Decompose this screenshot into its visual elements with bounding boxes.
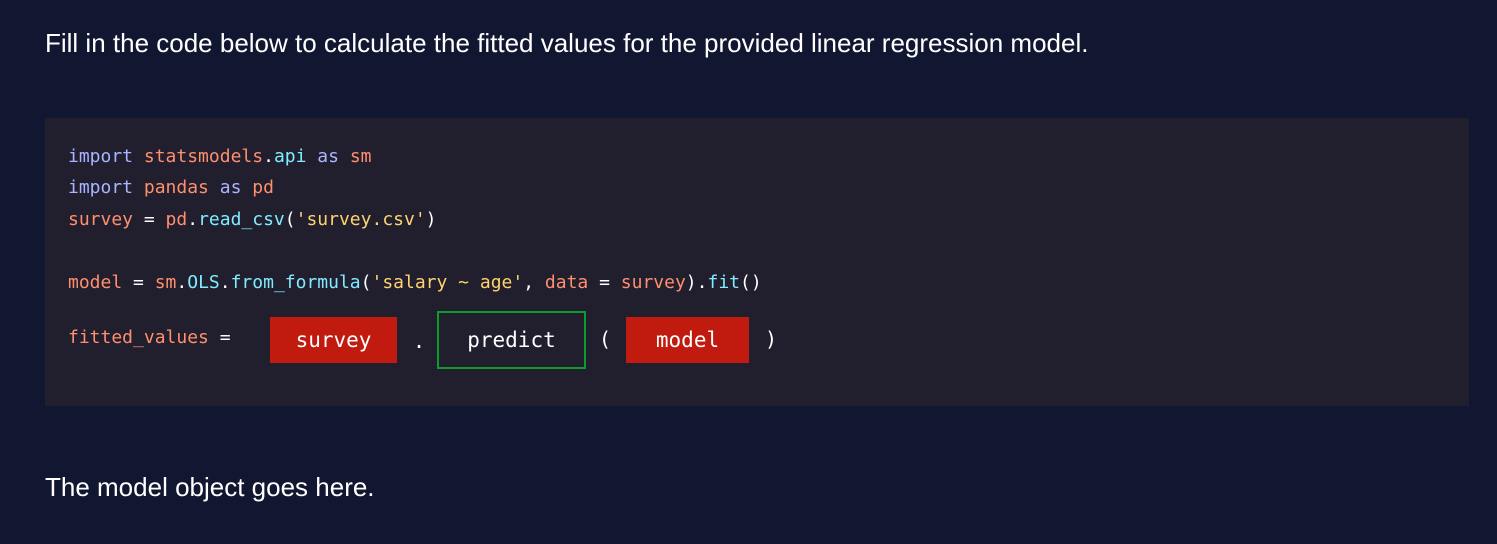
code-line-1: import statsmodels.api as sm (68, 146, 372, 168)
variable-name: fitted_values (68, 327, 209, 348)
keyword-import: import (68, 146, 134, 167)
submodule-name: api (273, 146, 307, 167)
call-parens: () (740, 272, 762, 293)
blank-slot-method[interactable]: predict (437, 311, 586, 369)
method-name: fit (707, 272, 740, 293)
code-block: import statsmodels.api as sm import pand… (45, 118, 1469, 406)
keyword-argument: data (544, 272, 589, 293)
dot-operator: . (263, 146, 274, 167)
keyword-as: as (219, 177, 242, 198)
module-name: statsmodels (143, 146, 264, 167)
function-name: from_formula (230, 272, 361, 293)
dot-operator: . (696, 272, 708, 293)
assign-operator: = (133, 209, 166, 230)
object-name: sm (154, 272, 177, 293)
close-paren: ) (425, 209, 437, 230)
string-literal: 'survey.csv' (295, 209, 426, 230)
instruction-text: Fill in the code below to calculate the … (45, 28, 1089, 58)
blank-open-paren: ( (599, 327, 612, 351)
assign-operator: = (208, 327, 231, 348)
blank-dot: . (413, 329, 426, 353)
module-name: pandas (143, 177, 209, 198)
alias-name: sm (349, 146, 372, 167)
variable-name: survey (68, 209, 134, 230)
feedback-text: The model object goes here. (45, 472, 375, 502)
variable-name: model (68, 272, 123, 293)
close-paren: ) (685, 272, 697, 293)
keyword-as: as (317, 146, 339, 167)
open-paren: ( (360, 272, 372, 293)
code-line-4: model = sm.OLS.from_formula('salary ~ ag… (68, 272, 762, 294)
assign-operator: = (122, 272, 155, 293)
object-name: pd (165, 209, 188, 230)
string-literal: 'salary ~ age' (371, 272, 524, 293)
blank-slot-argument[interactable]: model (626, 317, 749, 363)
class-name: OLS (187, 272, 220, 293)
comma: , (523, 272, 545, 293)
alias-name: pd (252, 177, 274, 198)
code-line-2: import pandas as pd (68, 177, 274, 199)
dot-operator: . (176, 272, 188, 293)
argument-value: survey (620, 272, 686, 293)
dot-operator: . (187, 209, 199, 230)
open-paren: ( (284, 209, 296, 230)
keyword-import: import (68, 177, 134, 198)
dot-operator: . (219, 272, 231, 293)
blank-close-paren: ) (765, 327, 778, 351)
code-line-5: fitted_values = (68, 327, 231, 349)
blank-slot-object[interactable]: survey (270, 317, 397, 363)
code-line-3: survey = pd.read_csv('survey.csv') (68, 209, 437, 231)
assign-operator: = (588, 272, 621, 293)
function-name: read_csv (198, 209, 285, 230)
